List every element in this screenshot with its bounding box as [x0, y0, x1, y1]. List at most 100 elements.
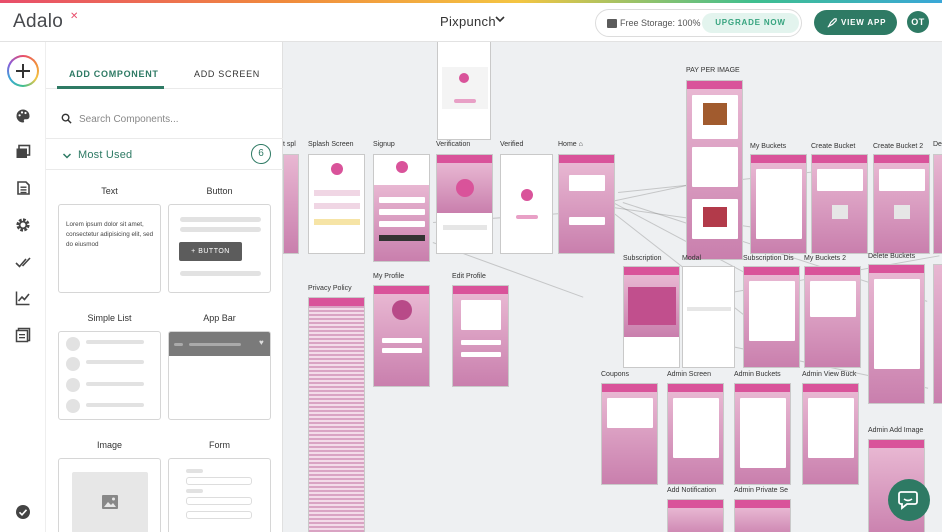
adalo-logo[interactable]: Adalo — [13, 11, 63, 33]
screen-delete-buckets[interactable] — [868, 264, 925, 404]
plus-icon — [9, 57, 37, 85]
screen-label: Verification — [436, 141, 471, 148]
list-avatar — [66, 357, 80, 371]
screen-add-notification[interactable] — [667, 499, 724, 532]
screen-label: Home ⌂ — [558, 141, 583, 148]
screen-pay-per-image[interactable] — [686, 80, 743, 260]
screen-splash[interactable] — [308, 154, 365, 254]
screen-label: My Buckets 2 — [804, 255, 847, 262]
component-label-text: Text — [101, 186, 118, 196]
storage-text: Free Storage: 100% — [620, 18, 701, 28]
user-avatar[interactable]: OT — [907, 11, 929, 33]
component-image[interactable] — [58, 458, 161, 532]
list-line — [86, 403, 144, 407]
tab-add-screen[interactable]: ADD SCREEN — [194, 69, 260, 79]
screen-not-verified[interactable] — [437, 42, 491, 140]
form-field — [186, 477, 252, 485]
active-tab-indicator — [57, 86, 164, 89]
error-icon — [459, 73, 469, 83]
search-icon — [61, 113, 72, 124]
screen-admin-private[interactable] — [734, 499, 791, 532]
screen-label: Admin Private Se — [734, 487, 789, 494]
chat-icon — [898, 491, 918, 510]
screen-verified[interactable] — [500, 154, 553, 254]
screen-verification[interactable] — [436, 154, 493, 254]
mail-icon — [456, 179, 474, 197]
screen-signup[interactable] — [373, 154, 430, 262]
search-components-input[interactable] — [79, 111, 259, 127]
brand-gradient-bar — [0, 0, 942, 3]
chevron-down-icon[interactable] — [494, 13, 506, 25]
screen-my-buckets[interactable] — [750, 154, 807, 254]
check-badge-icon[interactable] — [15, 504, 31, 520]
database-icon[interactable] — [15, 180, 31, 196]
component-button[interactable]: + BUTTON — [168, 204, 271, 293]
screen-label: Splash Screen — [308, 141, 354, 148]
documents-icon[interactable] — [15, 327, 31, 343]
app-bar-title-line — [189, 343, 241, 346]
placeholder-bar — [180, 271, 261, 276]
screen-label: Privacy Policy — [308, 285, 352, 292]
logo-accent-icon: ✕ — [70, 11, 79, 22]
screen-splash-partial[interactable] — [283, 154, 299, 254]
screen-subscription[interactable] — [623, 266, 680, 368]
component-label-form: Form — [209, 440, 230, 450]
screen-label: My Profile — [373, 273, 405, 280]
screen-subscription-display[interactable] — [743, 266, 800, 368]
publish-check-icon[interactable] — [15, 254, 31, 270]
component-app-bar[interactable]: ♥ — [168, 331, 271, 420]
screen-my-buckets-2[interactable] — [804, 266, 861, 368]
form-label-line — [186, 469, 203, 473]
analytics-icon[interactable] — [15, 290, 31, 306]
top-bar: Adalo ✕ Pixpunch Free Storage: 100% UPGR… — [0, 3, 942, 42]
screen-edit-profile[interactable] — [452, 285, 509, 387]
screen-create-bucket-2[interactable] — [873, 154, 930, 254]
screen-privacy-policy[interactable] — [308, 297, 365, 532]
screen-label: Create Bucket 2 — [873, 143, 924, 150]
app-bar-preview: ♥ — [169, 332, 270, 356]
screen-label: Verified — [500, 141, 524, 148]
component-simple-list[interactable] — [58, 331, 161, 420]
add-button[interactable] — [7, 55, 39, 87]
screen-coupons[interactable] — [601, 383, 658, 485]
add-component-panel: ADD COMPONENT ADD SCREEN Most Used 6 Tex… — [46, 42, 283, 532]
screen-label: Edit Profile — [452, 273, 486, 280]
component-label-app-bar: App Bar — [203, 313, 236, 323]
screens-canvas[interactable]: t spl Splash Screen Signup Verification … — [283, 42, 942, 532]
screens-icon[interactable] — [15, 144, 31, 160]
list-avatar — [66, 399, 80, 413]
screen-label: t spl — [283, 141, 296, 148]
project-name[interactable]: Pixpunch — [440, 14, 496, 29]
avatar-icon — [392, 300, 412, 320]
screen-modal[interactable] — [682, 266, 735, 368]
image-icon — [102, 495, 118, 509]
screen-partial[interactable] — [933, 264, 942, 404]
section-most-used[interactable]: Most Used — [78, 149, 132, 161]
menu-icon — [174, 343, 183, 346]
support-chat-button[interactable] — [888, 479, 930, 521]
component-text[interactable]: Lorem ipsum dolor sit amet, consectetur … — [58, 204, 161, 293]
screen-label: Delete Buckets — [868, 253, 916, 260]
component-form[interactable] — [168, 458, 271, 532]
screen-create-bucket[interactable] — [811, 154, 868, 254]
search-divider — [46, 138, 283, 139]
left-toolbar — [0, 42, 46, 532]
rocket-icon — [827, 18, 837, 28]
chevron-down-icon[interactable] — [62, 151, 72, 161]
screen-label: My Buckets — [750, 143, 787, 150]
list-avatar — [66, 378, 80, 392]
screen-admin[interactable] — [667, 383, 724, 485]
palette-icon[interactable] — [15, 108, 31, 124]
screen-admin-buckets[interactable] — [734, 383, 791, 485]
screen-admin-view-bucket[interactable] — [802, 383, 859, 485]
product-image — [703, 103, 727, 125]
screen-my-profile[interactable] — [373, 285, 430, 387]
screen-partial[interactable] — [933, 154, 942, 254]
screen-home[interactable] — [558, 154, 615, 254]
placeholder-bar — [180, 227, 261, 232]
upgrade-now-button[interactable]: UPGRADE NOW — [702, 13, 799, 33]
tab-add-component[interactable]: ADD COMPONENT — [69, 69, 159, 79]
view-app-button[interactable]: VIEW APP — [814, 10, 897, 35]
screen-label: Admin Add Image — [868, 427, 924, 434]
settings-icon[interactable] — [15, 217, 31, 233]
